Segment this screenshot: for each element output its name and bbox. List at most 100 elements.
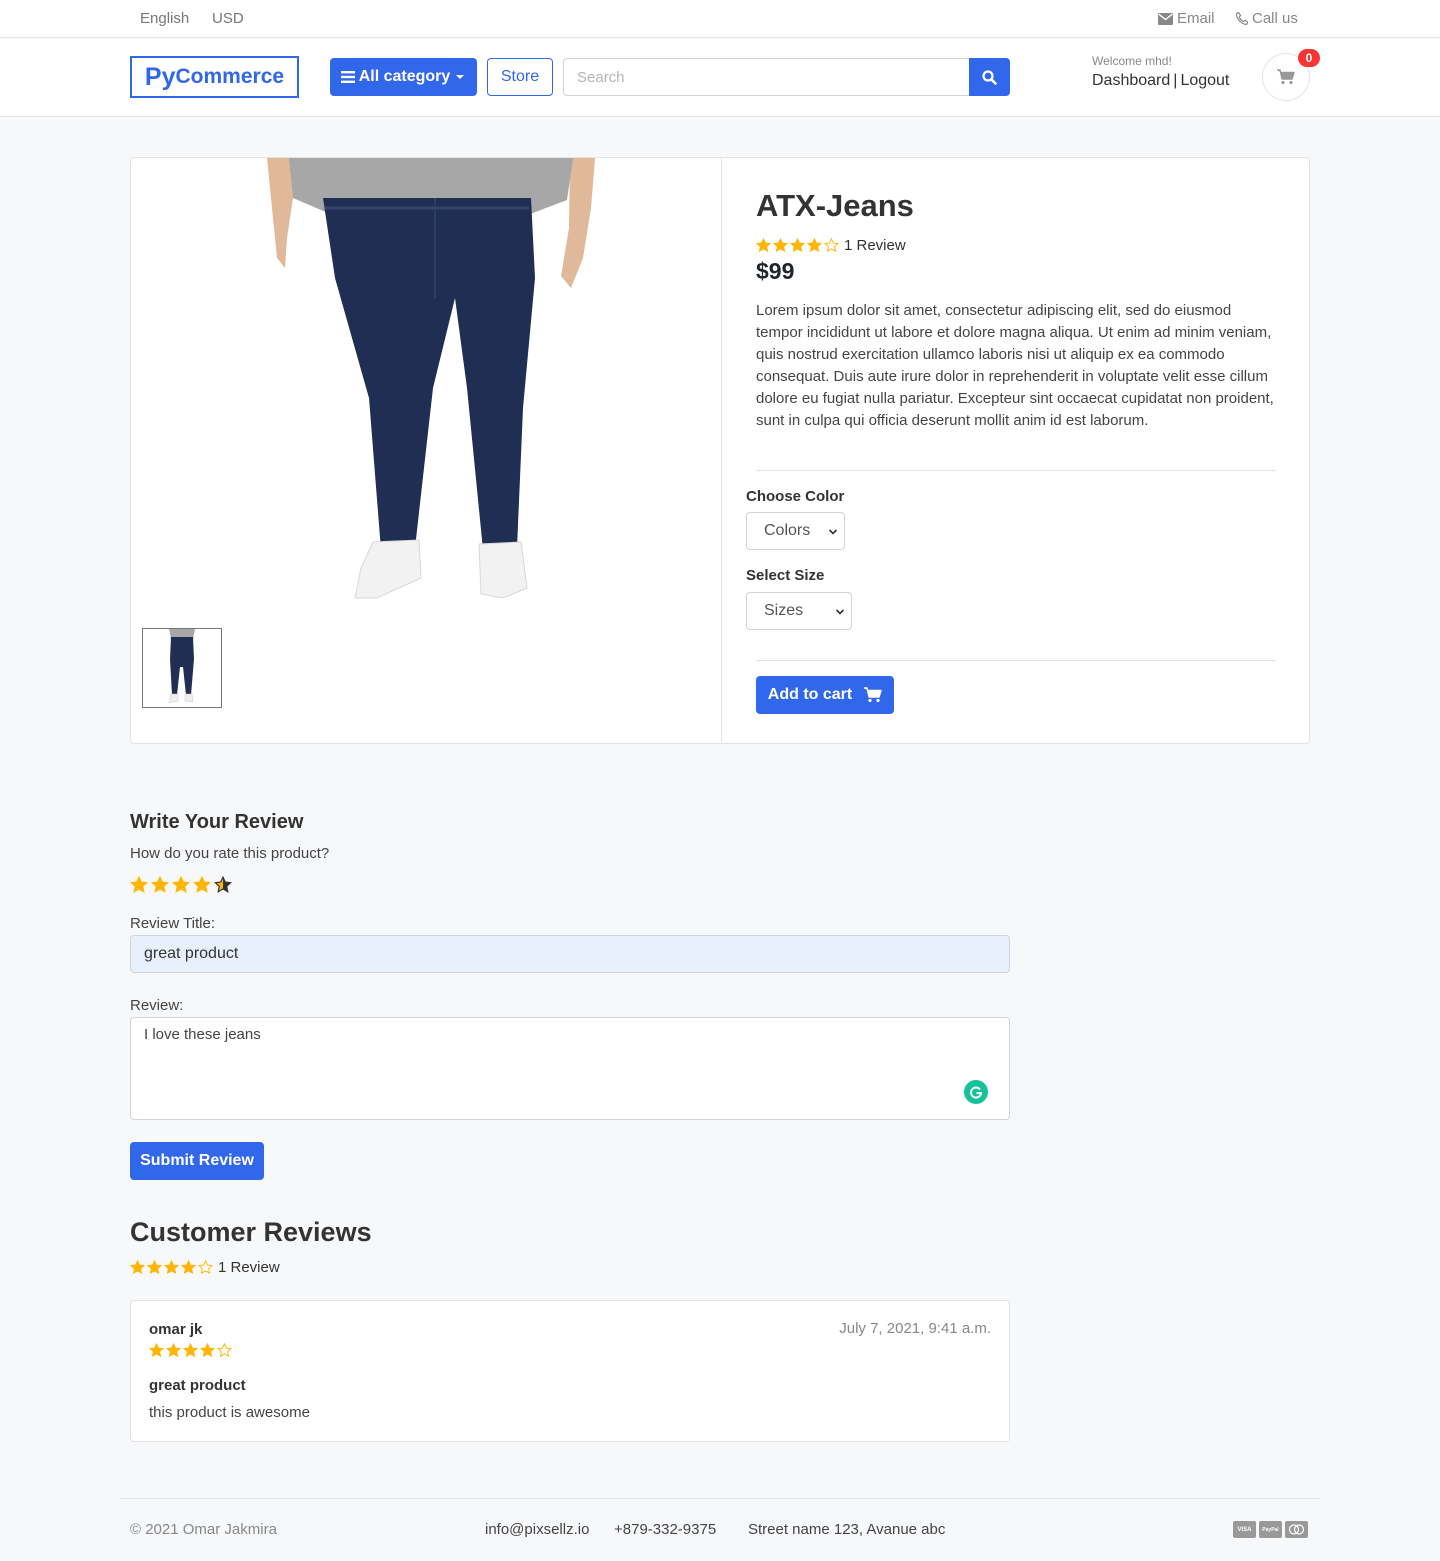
product-image	[265, 158, 603, 608]
product-description: Lorem ipsum dolor sit amet, consectetur …	[756, 302, 1274, 429]
star-icon	[217, 1343, 232, 1358]
chevron-down-icon	[828, 529, 838, 535]
mastercard-icon	[1285, 1521, 1308, 1538]
search-input[interactable]	[563, 58, 970, 96]
star-icon	[166, 1343, 181, 1358]
average-rating: 1 Review	[130, 1259, 280, 1276]
submit-review-button[interactable]: Submit Review	[130, 1142, 264, 1180]
all-category-button[interactable]: All category	[330, 58, 477, 96]
language-selector[interactable]: English	[140, 10, 189, 27]
envelope-icon	[1158, 13, 1173, 25]
star-icon	[183, 1343, 198, 1358]
rating-input-stars[interactable]	[130, 876, 232, 894]
shopping-cart-icon	[1277, 69, 1295, 85]
product-price: $99	[756, 258, 795, 284]
email-link[interactable]: Email	[1158, 10, 1215, 27]
color-select-value: Colors	[764, 522, 811, 539]
star-icon	[790, 238, 805, 253]
add-to-cart-button[interactable]: Add to cart	[756, 676, 894, 714]
phone-icon	[1235, 11, 1249, 26]
star-icon	[149, 1343, 164, 1358]
reviews-count: 1 Review	[218, 1259, 280, 1276]
star-icon	[824, 238, 839, 253]
all-category-label: All category	[358, 68, 451, 85]
review-title: great product	[149, 1377, 246, 1394]
product-review-count[interactable]: 1 Review	[844, 237, 906, 254]
star-icon	[130, 1260, 145, 1275]
rating-question: How do you rate this product?	[130, 845, 330, 862]
call-label: Call us	[1252, 10, 1298, 27]
mastercard-circles-icon	[1288, 1524, 1305, 1535]
cart-count-badge: 0	[1298, 49, 1320, 67]
search-button[interactable]	[969, 58, 1010, 96]
product-rating: 1 Review	[756, 237, 906, 254]
logout-link[interactable]: Logout	[1180, 72, 1229, 89]
review-stars	[149, 1343, 232, 1358]
size-select[interactable]: Sizes	[746, 592, 852, 630]
main-header: PyCommerce All category Store Welcome mh…	[0, 39, 1440, 117]
review-title-label: Review Title:	[130, 915, 216, 932]
review-text-label: Review:	[130, 997, 184, 1014]
footer-phone[interactable]: +879-332-9375	[614, 1521, 716, 1538]
star-icon	[147, 1260, 162, 1275]
grammarly-g-icon	[970, 1086, 983, 1099]
star-icon	[773, 238, 788, 253]
review-card: omar jk July 7, 2021, 9:41 a.m. great pr…	[130, 1300, 1010, 1442]
choose-color-label: Choose Color	[746, 488, 845, 505]
size-select-value: Sizes	[764, 602, 804, 619]
select-size-label: Select Size	[746, 567, 825, 584]
link-separator: |	[1173, 72, 1178, 89]
customer-reviews-heading: Customer Reviews	[130, 1217, 372, 1247]
review-author: omar jk	[149, 1321, 203, 1338]
star-icon	[807, 238, 822, 253]
call-link[interactable]: Call us	[1235, 10, 1298, 27]
grammarly-icon[interactable]	[964, 1080, 988, 1104]
card-divider	[721, 158, 722, 743]
review-rating	[149, 1343, 232, 1358]
write-review-heading: Write Your Review	[130, 811, 304, 833]
star-icon[interactable]	[151, 876, 169, 894]
logo[interactable]: Py Commerce	[130, 56, 299, 98]
star-icon	[181, 1260, 196, 1275]
review-title-input[interactable]	[130, 935, 1010, 973]
footer-copyright: © 2021 Omar Jakmira	[130, 1521, 277, 1538]
review-body: this product is awesome	[149, 1404, 310, 1421]
star-icon[interactable]	[130, 876, 148, 894]
divider	[756, 470, 1276, 471]
visa-icon: VISA	[1233, 1521, 1256, 1538]
email-label: Email	[1177, 10, 1215, 27]
add-to-cart-label: Add to cart	[767, 686, 853, 703]
review-date: July 7, 2021, 9:41 a.m.	[839, 1320, 991, 1337]
payment-methods: VISA PayPal	[1233, 1521, 1308, 1538]
color-select[interactable]: Colors	[746, 512, 845, 550]
star-icon	[200, 1343, 215, 1358]
divider	[756, 660, 1276, 661]
product-stars	[756, 238, 839, 253]
chevron-down-icon	[835, 609, 845, 615]
paypal-icon: PayPal	[1259, 1521, 1282, 1538]
top-bar: English USD Email Call us	[0, 0, 1440, 38]
average-stars	[130, 1260, 213, 1275]
footer-address: Street name 123, Avanue abc	[748, 1521, 946, 1538]
welcome-text: Welcome mhd!	[1092, 54, 1172, 68]
star-icon	[164, 1260, 179, 1275]
star-icon	[756, 238, 771, 253]
star-icon[interactable]	[193, 876, 211, 894]
footer-email[interactable]: info@pixsellz.io	[485, 1521, 589, 1538]
star-icon[interactable]	[172, 876, 190, 894]
shopping-cart-icon	[864, 687, 882, 703]
rating-input[interactable]	[130, 876, 232, 894]
product-title: ATX-Jeans	[756, 188, 914, 223]
bars-icon	[340, 71, 355, 83]
review-textarea[interactable]: I love these jeans	[130, 1017, 1010, 1120]
search-icon	[982, 69, 997, 85]
thumbnail-image	[143, 629, 221, 707]
star-icon[interactable]	[214, 876, 232, 894]
logo-py: Py	[144, 62, 176, 91]
dashboard-link[interactable]: Dashboard	[1092, 72, 1170, 89]
product-thumbnail[interactable]	[142, 628, 222, 708]
star-icon	[198, 1260, 213, 1275]
footer-divider	[120, 1498, 1320, 1499]
store-button[interactable]: Store	[487, 58, 553, 96]
currency-selector[interactable]: USD	[212, 10, 244, 27]
